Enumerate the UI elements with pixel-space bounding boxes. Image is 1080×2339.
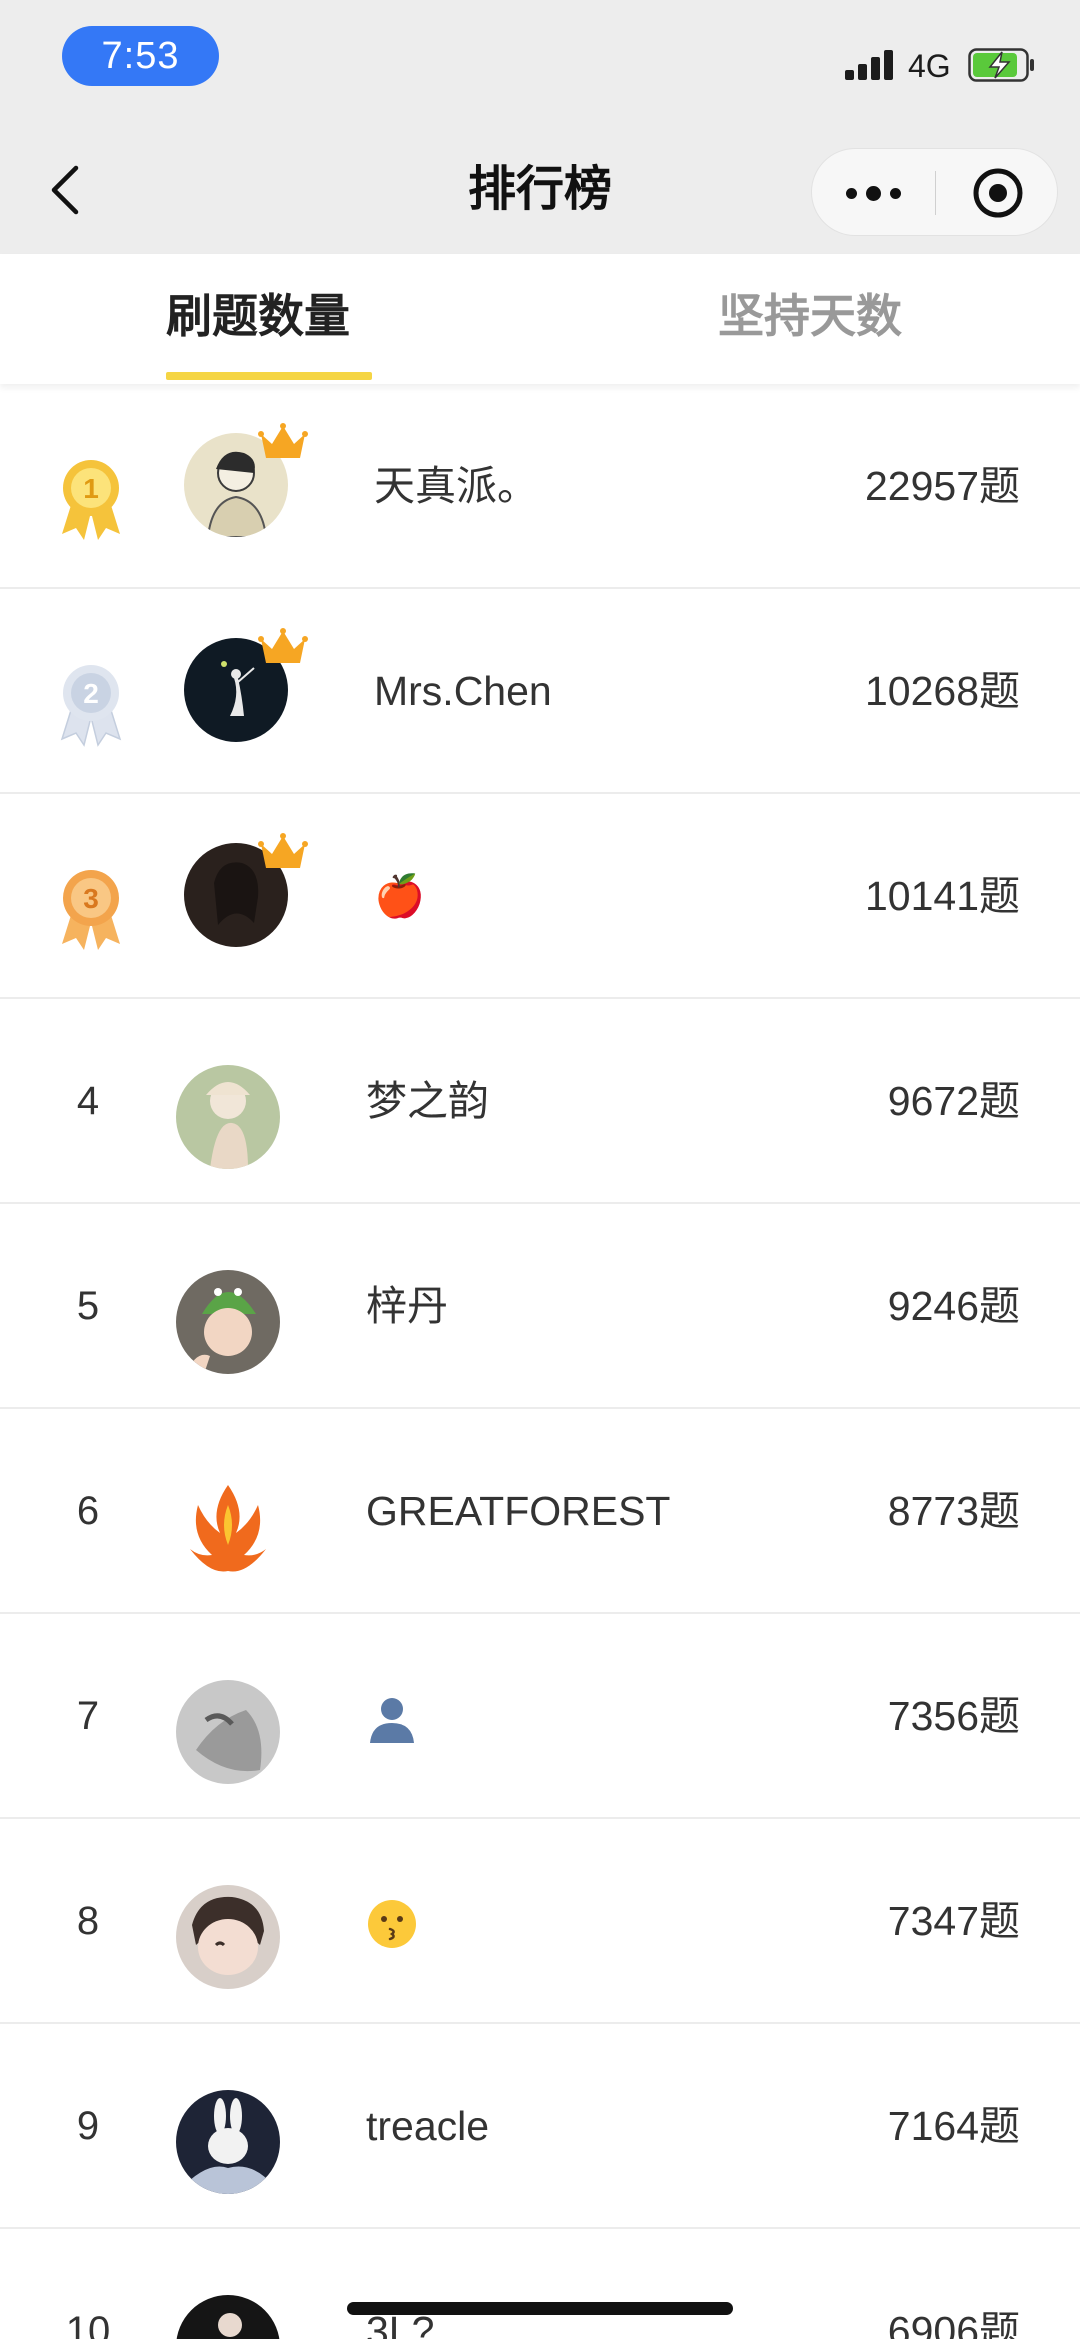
svg-text:1: 1 (83, 473, 99, 504)
rank-number: 6 (76, 1489, 100, 1533)
user-name: 😗 (366, 1819, 418, 2024)
tab-question-count[interactable]: 刷题数量 (166, 286, 350, 346)
network-type: 4G (908, 48, 951, 84)
mini-program-capsule (811, 148, 1058, 236)
question-count: 10141题 (864, 873, 1020, 919)
nav-bar: 排行榜 (0, 130, 1080, 254)
user-name: 梓丹 (366, 1283, 448, 1329)
ranking-row[interactable]: 4 梦之韵 9672题 (0, 999, 1080, 1204)
avatar (176, 2295, 280, 2339)
user-name: GREATFOREST (366, 1488, 671, 1534)
rank-number: 4 (76, 1079, 100, 1123)
user-name: Mrs.Chen (374, 668, 552, 714)
rank-number: 10 (65, 2309, 111, 2339)
ranking-row[interactable]: 6 GREATFOREST 8773题 (0, 1409, 1080, 1614)
more-button[interactable] (812, 149, 935, 237)
question-count: 8773题 (887, 1488, 1020, 1534)
question-count: 9672题 (887, 1078, 1020, 1124)
status-time: 7:53 (62, 26, 219, 86)
ranking-row[interactable]: 1 天真派。 22957题 (0, 384, 1080, 589)
close-button[interactable] (936, 149, 1059, 237)
ranking-row[interactable]: 3 🍎 10141题 (0, 794, 1080, 999)
ranking-row[interactable]: 7 👤 7356题 (0, 1614, 1080, 1819)
user-silhouette-icon (370, 1698, 414, 1744)
ranking-list: 1 天真派。 22957题 2 Mrs.Chen 10268题 3 🍎 1014… (0, 384, 1080, 2339)
ranking-row[interactable]: 10 3L? 6906题 (0, 2229, 1080, 2339)
rank-number: 9 (76, 2104, 100, 2148)
user-name: 👤 (366, 1614, 418, 1819)
user-name: 梦之韵 (366, 1078, 489, 1124)
question-count: 7164题 (887, 2103, 1020, 2149)
ranking-row[interactable]: 9 treacle 7164题 (0, 2024, 1080, 2229)
battery-icon (968, 48, 1036, 82)
ranking-row[interactable]: 2 Mrs.Chen 10268题 (0, 589, 1080, 794)
rank-number: 8 (76, 1899, 100, 1943)
active-tab-indicator (166, 372, 372, 380)
tab-bar: 刷题数量 坚持天数 (0, 254, 1080, 384)
bronze-medal-icon: 3 (62, 870, 120, 950)
kissing-face-icon (368, 1900, 416, 1949)
home-indicator[interactable] (347, 2302, 733, 2315)
ranking-row[interactable]: 5 梓丹 9246题 (0, 1204, 1080, 1409)
ranking-row[interactable]: 8 😗 7347题 (0, 1819, 1080, 2024)
user-name: 天真派。 (374, 463, 538, 509)
target-icon (973, 168, 1022, 218)
user-name: 3L? (366, 2308, 435, 2339)
svg-text:2: 2 (83, 678, 99, 709)
avatar (176, 1680, 280, 1784)
question-count: 6906题 (887, 2308, 1020, 2339)
avatar (176, 1885, 280, 1989)
avatar (176, 1475, 280, 1579)
user-name: treacle (366, 2103, 490, 2149)
crown-icon (258, 833, 308, 868)
question-count: 22957题 (864, 463, 1020, 509)
question-count: 10268题 (864, 668, 1020, 714)
status-bar: 7:53 4G (0, 0, 1080, 130)
question-count: 7347题 (887, 1898, 1020, 1944)
avatar (176, 1065, 280, 1169)
user-name: 🍎 (374, 873, 426, 919)
avatar (176, 2090, 280, 2194)
silver-medal-icon: 2 (60, 665, 122, 747)
gold-medal-icon: 1 (62, 460, 120, 540)
rank-number: 7 (76, 1694, 100, 1738)
crown-icon (258, 628, 308, 663)
signal-icon (845, 50, 897, 80)
question-count: 7356题 (887, 1693, 1020, 1739)
question-count: 9246题 (887, 1283, 1020, 1329)
rank-number: 5 (76, 1284, 100, 1328)
avatar (176, 1270, 280, 1374)
svg-text:3: 3 (83, 883, 99, 914)
crown-icon (258, 423, 308, 458)
tab-streak-days[interactable]: 坚持天数 (718, 286, 902, 346)
